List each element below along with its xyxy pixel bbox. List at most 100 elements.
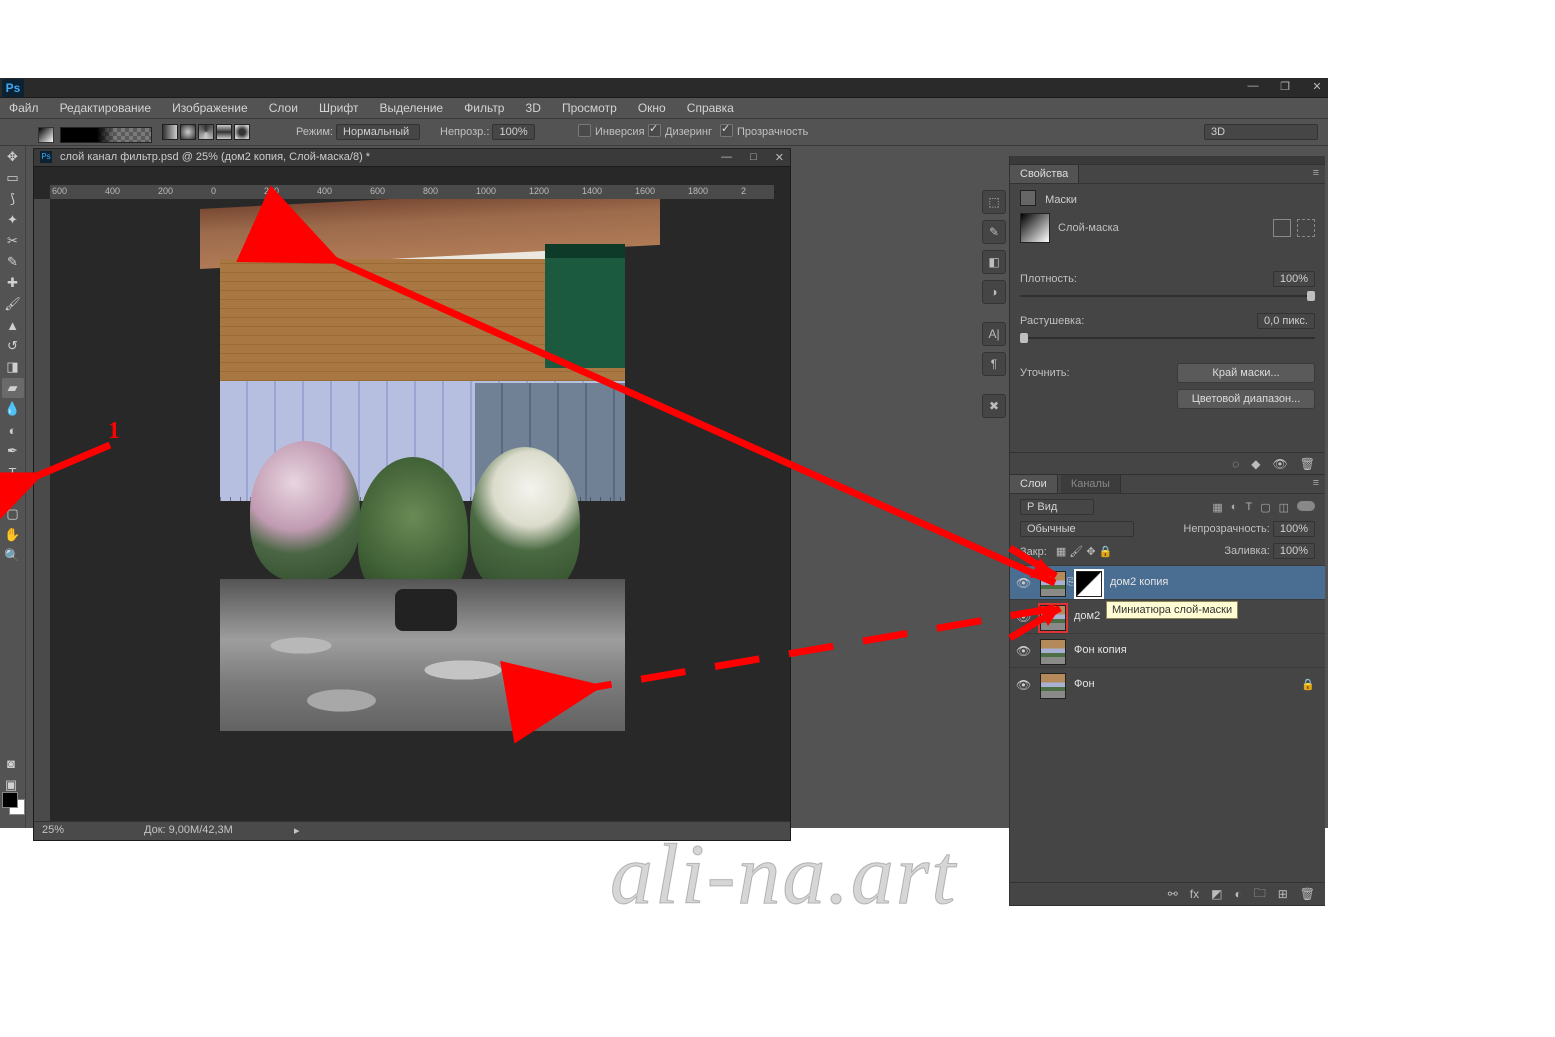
menu-select[interactable]: Выделение xyxy=(371,98,453,118)
doc-minimize-button[interactable]: — xyxy=(721,151,732,164)
menu-type[interactable]: Шрифт xyxy=(310,98,367,118)
pixel-mask-button[interactable] xyxy=(1273,219,1291,237)
workspace-select[interactable]: 3D xyxy=(1204,124,1318,140)
lock-position-icon[interactable]: ✥ xyxy=(1086,546,1095,558)
zoom-value[interactable]: 25% xyxy=(42,824,64,836)
radial-gradient-icon[interactable] xyxy=(180,124,196,140)
dither-checkbox[interactable] xyxy=(648,124,661,137)
fill-input[interactable]: 100% xyxy=(1273,543,1315,559)
layer-thumbnail[interactable] xyxy=(1040,605,1066,631)
density-input[interactable]: 100% xyxy=(1273,271,1315,287)
filter-type-icon[interactable]: T xyxy=(1245,501,1252,514)
adjustments-panel-icon[interactable]: ◑ xyxy=(982,280,1006,304)
properties-tab[interactable]: Свойства xyxy=(1010,165,1079,183)
layer-row[interactable]: 👁 Фон 🔒 xyxy=(1010,667,1325,702)
filter-adjust-icon[interactable]: ◐ xyxy=(1231,501,1238,514)
transparency-checkbox[interactable] xyxy=(720,124,733,137)
brush-tool-icon[interactable]: 🖌 xyxy=(2,294,24,314)
dodge-tool-icon[interactable]: ◐ xyxy=(2,420,24,440)
lock-all-icon[interactable]: 🔒 xyxy=(1099,546,1113,558)
linear-gradient-icon[interactable] xyxy=(162,124,178,140)
marquee-tool-icon[interactable]: ▭ xyxy=(2,168,24,188)
menu-3d[interactable]: 3D xyxy=(517,98,550,118)
blend-mode-select[interactable]: Нормальный xyxy=(336,124,420,140)
color-panel-icon[interactable]: ⬚ xyxy=(982,190,1006,214)
status-arrow-icon[interactable]: ▸ xyxy=(294,824,300,837)
layer-fx-icon[interactable]: fx xyxy=(1190,887,1199,901)
doc-close-button[interactable]: ✕ xyxy=(775,151,784,164)
layer-thumbnail[interactable] xyxy=(1040,639,1066,665)
layer-mask-thumbnail[interactable] xyxy=(1076,571,1102,597)
layer-filter-select[interactable]: Р Вид xyxy=(1020,499,1094,515)
panel-menu-icon[interactable]: ≡ xyxy=(1307,165,1325,181)
delete-mask-icon[interactable]: 🗑 xyxy=(1300,457,1315,471)
visibility-icon[interactable]: 👁 xyxy=(1016,610,1031,624)
magic-wand-tool-icon[interactable]: ✦ xyxy=(2,210,24,230)
filter-pixel-icon[interactable]: ▦ xyxy=(1212,501,1222,514)
apply-mask-icon[interactable]: ◆ xyxy=(1251,457,1260,471)
canvas-area[interactable] xyxy=(50,199,774,822)
new-layer-icon[interactable]: ⊞ xyxy=(1278,887,1288,901)
layer-opacity-input[interactable]: 100% xyxy=(1273,521,1315,537)
visibility-icon[interactable]: 👁 xyxy=(1016,576,1031,590)
filter-shape-icon[interactable]: ▢ xyxy=(1260,501,1270,514)
stamp-tool-icon[interactable]: ▲ xyxy=(2,315,24,335)
layer-row[interactable]: 👁 ⎘ дом2 копия xyxy=(1010,565,1325,600)
crop-tool-icon[interactable]: ✂ xyxy=(2,231,24,251)
filter-smart-icon[interactable]: ◫ xyxy=(1279,501,1289,514)
layer-name[interactable]: Фон копия xyxy=(1074,644,1127,656)
delete-layer-icon[interactable]: 🗑 xyxy=(1300,887,1315,901)
layer-thumbnail[interactable] xyxy=(1040,571,1066,597)
eraser-tool-icon[interactable]: ◨ xyxy=(2,357,24,377)
window-minimize-button[interactable]: — xyxy=(1246,80,1260,93)
vector-mask-button[interactable] xyxy=(1297,219,1315,237)
panel-menu-icon[interactable]: ≡ xyxy=(1307,475,1325,491)
adjustment-layer-icon[interactable]: ◐ xyxy=(1234,887,1241,901)
menu-file[interactable]: Файл xyxy=(0,98,48,118)
menu-help[interactable]: Справка xyxy=(678,98,743,118)
history-brush-tool-icon[interactable]: ↺ xyxy=(2,336,24,356)
zoom-tool-icon[interactable]: 🔍 xyxy=(2,546,24,566)
blur-tool-icon[interactable]: 💧 xyxy=(2,399,24,419)
layer-row[interactable]: 👁 дом2 xyxy=(1010,599,1325,634)
lasso-tool-icon[interactable]: ⟆ xyxy=(2,189,24,209)
tools-preset-icon[interactable]: ✖ xyxy=(982,394,1006,418)
link-icon[interactable]: ⎘ xyxy=(1067,577,1075,588)
color-swatches[interactable] xyxy=(4,798,24,818)
channels-tab[interactable]: Каналы xyxy=(1061,475,1121,493)
paragraph-icon[interactable]: ¶ xyxy=(982,352,1006,376)
new-group-icon[interactable]: 🗀 xyxy=(1254,884,1266,905)
window-maximize-button[interactable]: ❐ xyxy=(1278,80,1292,93)
reflected-gradient-icon[interactable] xyxy=(216,124,232,140)
gradient-preview[interactable] xyxy=(60,127,152,143)
window-close-button[interactable]: ✕ xyxy=(1310,80,1324,93)
gradient-tool-icon[interactable]: ▰ xyxy=(2,378,24,398)
lock-transparent-icon[interactable]: ▦ xyxy=(1056,546,1066,558)
link-layers-icon[interactable]: ⚯ xyxy=(1168,887,1178,901)
character-a-icon[interactable]: A| xyxy=(982,322,1006,346)
blend-mode-select[interactable]: Обычные xyxy=(1020,521,1134,537)
feather-slider[interactable] xyxy=(1020,337,1315,339)
feather-input[interactable]: 0,0 пикс. xyxy=(1257,313,1315,329)
layer-row[interactable]: 👁 Фон копия xyxy=(1010,633,1325,668)
menu-view[interactable]: Просмотр xyxy=(553,98,626,118)
inverse-checkbox[interactable] xyxy=(578,124,591,137)
filter-toggle-switch[interactable] xyxy=(1297,501,1315,511)
visibility-icon[interactable]: 👁 xyxy=(1016,678,1031,692)
layer-name[interactable]: Фон xyxy=(1074,678,1095,690)
move-tool-icon[interactable]: ✥ xyxy=(2,147,24,167)
add-mask-icon[interactable]: ◩ xyxy=(1211,887,1222,901)
menu-edit[interactable]: Редактирование xyxy=(51,98,160,118)
angle-gradient-icon[interactable] xyxy=(198,124,214,140)
mask-edge-button[interactable]: Край маски... xyxy=(1177,363,1315,383)
load-selection-icon[interactable]: ◌ xyxy=(1232,457,1239,471)
eyedropper-tool-icon[interactable]: ✎ xyxy=(2,252,24,272)
menu-window[interactable]: Окно xyxy=(629,98,675,118)
layers-tab[interactable]: Слои xyxy=(1010,475,1058,493)
quickmask-icon[interactable]: ◙ xyxy=(0,753,22,773)
density-slider[interactable] xyxy=(1020,295,1315,297)
layer-thumbnail[interactable] xyxy=(1040,673,1066,699)
menu-image[interactable]: Изображение xyxy=(163,98,257,118)
shape-tool-icon[interactable]: ▢ xyxy=(2,504,24,524)
pen-tool-icon[interactable]: ✒ xyxy=(2,441,24,461)
